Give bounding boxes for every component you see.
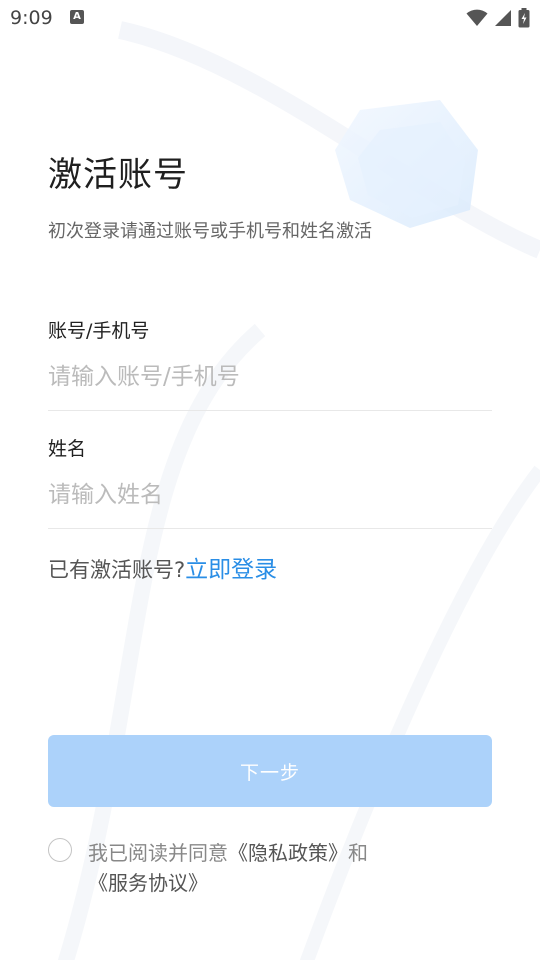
agreement-text: 我已阅读并同意《隐私政策》和《服务协议》 bbox=[88, 838, 483, 898]
has-account-prompt: 已有激活账号? bbox=[48, 558, 186, 582]
privacy-policy-link[interactable]: 《隐私政策》 bbox=[228, 841, 348, 865]
page-title: 激活账号 bbox=[48, 155, 188, 195]
agreement-prefix: 我已阅读并同意 bbox=[88, 841, 228, 865]
agreement-checkbox[interactable] bbox=[48, 838, 72, 862]
login-now-link[interactable]: 立即登录 bbox=[185, 557, 277, 583]
name-input[interactable] bbox=[48, 475, 492, 515]
name-divider bbox=[48, 528, 492, 529]
status-time: 9:09 bbox=[10, 7, 53, 29]
battery-charging-icon bbox=[518, 8, 530, 28]
status-icons bbox=[466, 6, 530, 30]
account-input[interactable] bbox=[48, 357, 492, 397]
has-account-row: 已有激活账号?立即登录 bbox=[48, 555, 277, 585]
agreement-conjunction: 和 bbox=[348, 841, 368, 865]
next-step-button[interactable]: 下一步 bbox=[48, 735, 492, 807]
wifi-icon bbox=[466, 9, 488, 27]
account-label: 账号/手机号 bbox=[48, 320, 150, 342]
page-subtitle: 初次登录请通过账号或手机号和姓名激活 bbox=[48, 221, 372, 242]
notification-a-icon: A bbox=[70, 10, 84, 24]
name-label: 姓名 bbox=[48, 438, 87, 460]
signal-icon bbox=[494, 9, 512, 27]
status-bar: 9:09 A bbox=[0, 0, 540, 36]
account-divider bbox=[48, 410, 492, 411]
service-agreement-link[interactable]: 《服务协议》 bbox=[88, 871, 208, 895]
